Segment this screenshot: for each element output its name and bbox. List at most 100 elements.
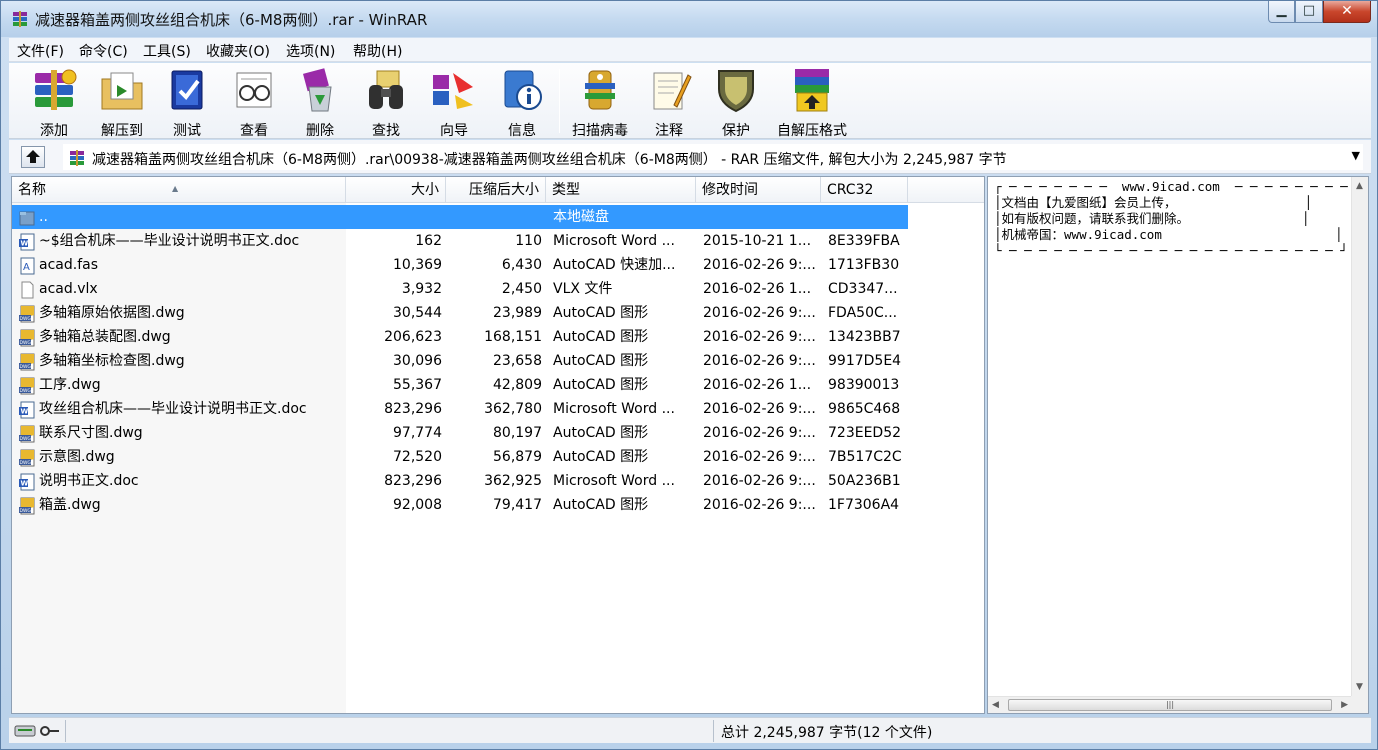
window-title: 减速器箱盖两侧攻丝组合机床（6-M8两侧）.rar - WinRAR	[35, 11, 428, 29]
view-button[interactable]: 查看	[223, 65, 285, 139]
comment-horizontal-scrollbar[interactable]: ◀ ||| ▶	[988, 696, 1352, 713]
file-type: 本地磁盘	[553, 209, 609, 225]
file-size: 92,008	[393, 497, 442, 513]
menu-file[interactable]: 文件(F)	[17, 41, 64, 61]
dwg-file-icon: DWG	[19, 305, 35, 323]
table-row[interactable]: DWG 联系尺寸图.dwg 97,774 80,197 AutoCAD 图形 2016-0…	[12, 421, 908, 445]
test-label: 测试	[173, 123, 201, 139]
minimize-button[interactable]: ▁	[1268, 1, 1295, 23]
toolbar: 添加 解压到 测试 查看 删除 查找 向导 信息 扫描病毒 注释 保护 自解压格…	[9, 63, 1371, 139]
table-row[interactable]: W 攻丝组合机床——毕业设计说明书正文.doc 823,296 362,780 Micr…	[12, 397, 908, 421]
add-button[interactable]: 添加	[19, 65, 89, 139]
sfx-button[interactable]: 自解压格式	[769, 65, 855, 139]
drive-key-icon[interactable]	[13, 722, 61, 740]
file-name: 攻丝组合机床——毕业设计说明书正文.doc	[39, 401, 307, 417]
file-crc	[828, 205, 908, 229]
table-row[interactable]: Aacad.fas 10,369 6,430 AutoCAD 快速加... 2016-0…	[12, 253, 908, 277]
table-row[interactable]: acad.vlx 3,932 2,450 VLX 文件 2016-02-26 1... C…	[12, 277, 908, 301]
file-mtime: 2016-02-26 9:...	[703, 257, 816, 273]
scroll-left-icon[interactable]: ◀	[992, 700, 999, 710]
file-packed-size: 362,780	[484, 401, 542, 417]
file-packed-size: 42,809	[493, 377, 542, 393]
col-type[interactable]: 类型	[546, 177, 696, 203]
col-size[interactable]: 大小	[346, 177, 446, 203]
close-button[interactable]: ✕	[1323, 1, 1371, 23]
svg-text:W: W	[21, 480, 29, 488]
window-controls: ▁ □ ✕	[1268, 1, 1371, 23]
scroll-down-icon[interactable]: ▼	[1356, 682, 1363, 692]
table-row[interactable]: DWG 多轴箱原始依据图.dwg 30,544 23,989 AutoCAD 图形 201…	[12, 301, 908, 325]
svg-text:DWG: DWG	[20, 460, 32, 466]
file-size: 30,544	[393, 305, 442, 321]
status-bar: 总计 2,245,987 字节(12 个文件)	[9, 717, 1371, 743]
word-doc-icon: W	[19, 401, 35, 419]
address-field[interactable]: 减速器箱盖两侧攻丝组合机床（6-M8两侧）.rar\00938-减速器箱盖两侧攻…	[63, 144, 1363, 170]
status-total: 总计 2,245,987 字节(12 个文件)	[721, 725, 933, 741]
col-packed[interactable]: 压缩后大小	[446, 177, 546, 203]
up-folder-button[interactable]	[21, 146, 45, 168]
maximize-button[interactable]: □	[1295, 1, 1323, 23]
table-row[interactable]: DWG 多轴箱坐标检查图.dwg 30,096 23,658 AutoCAD 图形 201…	[12, 349, 908, 373]
protect-button[interactable]: 保护	[705, 65, 767, 139]
virus-scan-button[interactable]: 扫描病毒	[565, 65, 635, 139]
svg-text:DWG: DWG	[20, 436, 32, 442]
file-name: ~$组合机床——毕业设计说明书正文.doc	[39, 233, 300, 249]
test-book-icon	[171, 70, 203, 110]
file-type: VLX 文件	[553, 281, 613, 297]
close-icon: ✕	[1341, 3, 1353, 19]
table-row[interactable]: DWG 工序.dwg 55,367 42,809 AutoCAD 图形 2016-02-2…	[12, 373, 908, 397]
comment-vertical-scrollbar[interactable]: ▲ ▼	[1351, 177, 1368, 696]
comment-button[interactable]: 注释	[639, 65, 699, 139]
table-row[interactable]: .. 本地磁盘	[12, 205, 908, 229]
col-name[interactable]: 名称 ▲	[12, 177, 346, 203]
info-button[interactable]: 信息	[491, 65, 553, 139]
table-row[interactable]: W 说明书正文.doc 823,296 362,925 Microsoft Word .…	[12, 469, 908, 493]
status-separator	[713, 720, 714, 742]
menu-tools[interactable]: 工具(S)	[143, 41, 191, 61]
file-packed-size: 79,417	[493, 497, 542, 513]
file-type: Microsoft Word ...	[553, 233, 675, 249]
file-size: 30,096	[393, 353, 442, 369]
winrar-window: 减速器箱盖两侧攻丝组合机床（6-M8两侧）.rar - WinRAR ▁ □ ✕…	[0, 0, 1378, 750]
file-type: AutoCAD 图形	[553, 329, 649, 345]
minimize-icon: ▁	[1276, 3, 1287, 18]
file-mtime: 2016-02-26 9:...	[703, 473, 816, 489]
title-bar[interactable]: 减速器箱盖两侧攻丝组合机床（6-M8两侧）.rar - WinRAR ▁ □ ✕	[1, 1, 1377, 37]
toolbar-separator	[559, 69, 560, 133]
scroll-right-icon[interactable]: ▶	[1341, 700, 1348, 710]
file-mtime: 2016-02-26 1...	[703, 377, 812, 393]
address-bar: 减速器箱盖两侧攻丝组合机床（6-M8两侧）.rar\00938-减速器箱盖两侧攻…	[9, 140, 1371, 174]
sfx-label: 自解压格式	[777, 123, 847, 139]
col-crc[interactable]: CRC32	[821, 177, 908, 203]
file-size: 10,369	[393, 257, 442, 273]
file-crc: FDA50C...	[828, 305, 898, 321]
col-mtime[interactable]: 修改时间	[696, 177, 821, 203]
svg-text:W: W	[21, 240, 29, 248]
file-mtime: 2015-10-21 1...	[703, 233, 812, 249]
menu-options[interactable]: 选项(N)	[286, 41, 335, 61]
file-mtime: 2016-02-26 9:...	[703, 401, 816, 417]
file-crc: 13423BB7	[828, 329, 901, 345]
table-row[interactable]: DWG 箱盖.dwg 92,008 79,417 AutoCAD 图形 2016-02-2…	[12, 493, 908, 517]
table-row[interactable]: DWG 示意图.dwg 72,520 56,879 AutoCAD 图形 2016-02-…	[12, 445, 908, 469]
delete-button[interactable]: 删除	[289, 65, 351, 139]
file-type: Microsoft Word ...	[553, 401, 675, 417]
table-row[interactable]: W ~$组合机床——毕业设计说明书正文.doc 162 110 Microsoft Wo…	[12, 229, 908, 253]
table-row[interactable]: DWG 多轴箱总装配图.dwg 206,623 168,151 AutoCAD 图形 20…	[12, 325, 908, 349]
file-packed-size: 2,450	[501, 281, 542, 297]
file-name: 工序.dwg	[39, 377, 101, 393]
extract-button[interactable]: 解压到	[89, 65, 155, 139]
test-button[interactable]: 测试	[157, 65, 217, 139]
scroll-thumb[interactable]: |||	[1008, 699, 1332, 711]
file-packed-size: 23,658	[493, 353, 542, 369]
scroll-up-icon[interactable]: ▲	[1356, 181, 1363, 191]
view-glasses-icon	[236, 72, 272, 108]
wizard-button[interactable]: 向导	[423, 65, 485, 139]
chevron-down-icon[interactable]: ▼	[1352, 149, 1360, 162]
menu-help[interactable]: 帮助(H)	[353, 41, 402, 61]
menu-favorites[interactable]: 收藏夹(O)	[206, 41, 270, 61]
find-button[interactable]: 查找	[355, 65, 417, 139]
file-type: AutoCAD 图形	[553, 497, 649, 513]
winrar-app-icon	[13, 11, 27, 27]
menu-commands[interactable]: 命令(C)	[79, 41, 128, 61]
